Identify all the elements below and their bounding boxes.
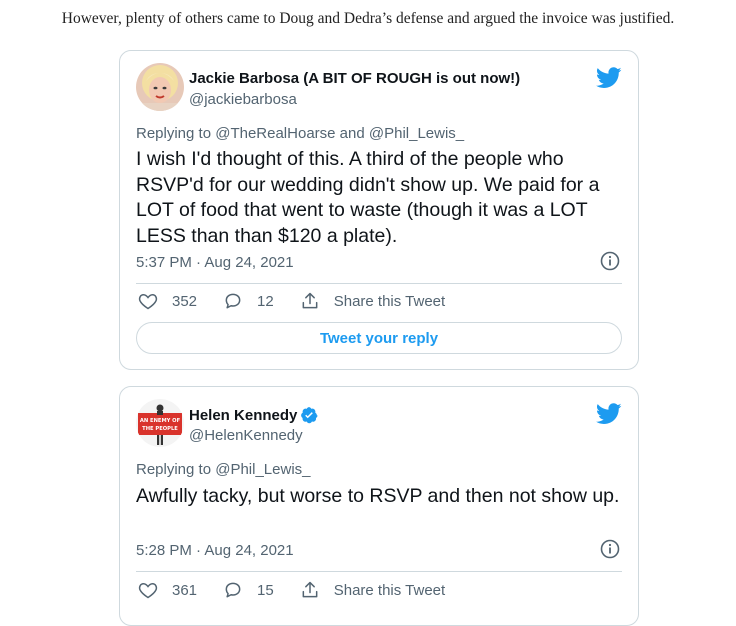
tweet-timestamp[interactable]: 5:28 PM · Aug 24, 2021 bbox=[136, 542, 294, 559]
replying-to-prefix: Replying to bbox=[136, 461, 212, 478]
article-intro-text: However, plenty of others came to Doug a… bbox=[61, 10, 675, 27]
replying-to: Replying to @Phil_Lewis_ bbox=[136, 461, 311, 478]
tweet-handle[interactable]: @HelenKennedy bbox=[189, 427, 303, 444]
tweet-text: I wish I'd thought of this. A third of t… bbox=[136, 148, 600, 247]
like-button[interactable]: 352 bbox=[138, 291, 197, 311]
reply-mention-link[interactable]: @TheRealHoarse bbox=[215, 125, 335, 142]
reply-button[interactable]: 15 bbox=[223, 580, 274, 600]
heart-icon bbox=[138, 582, 158, 599]
share-button[interactable]: Share this Tweet bbox=[300, 580, 445, 600]
display-name-text[interactable]: Helen Kennedy bbox=[189, 407, 297, 424]
embedded-tweet: AN ENEMY OF THE PEOPLE Helen Kennedy @He… bbox=[119, 386, 639, 626]
tweet-timestamp[interactable]: 5:37 PM · Aug 24, 2021 bbox=[136, 254, 294, 271]
share-icon bbox=[302, 581, 318, 598]
tweet-display-name[interactable]: Jackie Barbosa (A BIT OF ROUGH is out no… bbox=[189, 70, 520, 87]
replying-to: Replying to @TheRealHoarse and @Phil_Lew… bbox=[136, 125, 464, 142]
display-name-text[interactable]: Jackie Barbosa (A BIT OF ROUGH is out no… bbox=[189, 70, 520, 87]
like-count: 361 bbox=[172, 581, 198, 599]
tweet-display-name[interactable]: Helen Kennedy bbox=[189, 406, 318, 424]
share-label: Share this Tweet bbox=[333, 292, 446, 310]
like-button[interactable]: 361 bbox=[138, 580, 197, 600]
like-count: 352 bbox=[172, 292, 198, 310]
divider bbox=[136, 283, 622, 284]
avatar[interactable]: AN ENEMY OF THE PEOPLE bbox=[136, 399, 184, 447]
tweet-text: Awfully tacky, but worse to RSVP and the… bbox=[136, 485, 620, 507]
avatar-text-line-1: AN ENEMY OF bbox=[140, 418, 181, 424]
divider bbox=[136, 571, 622, 572]
info-icon[interactable] bbox=[600, 539, 620, 559]
reply-button[interactable]: 12 bbox=[223, 291, 274, 311]
replying-to-joiner: and bbox=[339, 125, 365, 142]
tweet-handle[interactable]: @jackiebarbosa bbox=[189, 91, 297, 108]
avatar[interactable] bbox=[136, 63, 184, 111]
avatar-text-line-2: THE PEOPLE bbox=[142, 426, 178, 432]
reply-count: 12 bbox=[257, 292, 274, 310]
replying-to-prefix: Replying to bbox=[136, 125, 212, 142]
share-label: Share this Tweet bbox=[333, 581, 446, 599]
reply-count: 15 bbox=[257, 581, 274, 599]
profile-photo-icon bbox=[136, 63, 184, 111]
tweet-actions: 361 15 Share this Tweet bbox=[138, 580, 471, 600]
enemy-of-the-people-logo-icon: AN ENEMY OF THE PEOPLE bbox=[136, 399, 184, 447]
reply-mention-link[interactable]: @Phil_Lewis_ bbox=[369, 125, 464, 142]
embedded-tweet: Jackie Barbosa (A BIT OF ROUGH is out no… bbox=[119, 50, 639, 370]
reply-mention-link[interactable]: @Phil_Lewis_ bbox=[215, 461, 310, 478]
verified-badge-icon bbox=[301, 407, 318, 424]
heart-icon bbox=[138, 293, 158, 310]
tweet-your-reply-button[interactable]: Tweet your reply bbox=[136, 322, 622, 354]
share-button[interactable]: Share this Tweet bbox=[300, 291, 445, 311]
twitter-bird-icon[interactable] bbox=[596, 67, 622, 89]
info-icon[interactable] bbox=[600, 251, 620, 271]
twitter-bird-icon[interactable] bbox=[596, 403, 622, 425]
reply-bubble-icon bbox=[225, 582, 241, 598]
reply-bubble-icon bbox=[225, 293, 241, 309]
tweet-actions: 352 12 Share this Tweet bbox=[138, 291, 471, 311]
share-icon bbox=[302, 292, 318, 309]
